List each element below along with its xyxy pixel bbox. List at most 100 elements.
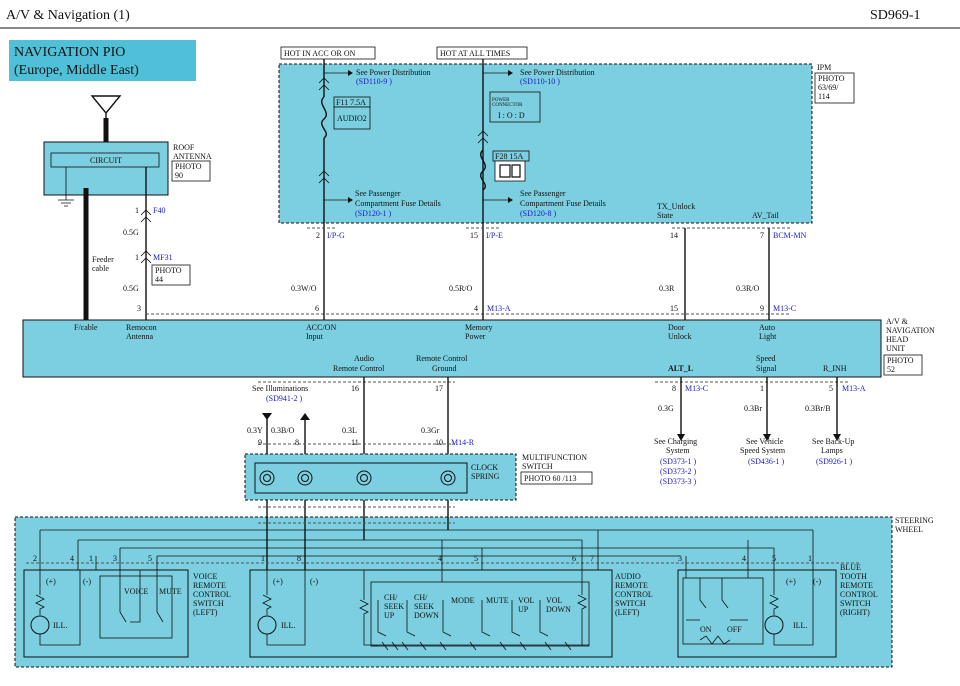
head-unit-label-4: UNIT (886, 344, 905, 353)
wiring-diagram: A/V & Navigation (1) SD969-1 NAVIGATION … (0, 0, 960, 668)
pin-11: 11 (351, 438, 359, 447)
mode-label: MODE (451, 596, 475, 605)
backup-ref: (SD926-1 ) (816, 457, 853, 466)
antenna-photo-2: 90 (175, 171, 183, 180)
title-box: NAVIGATION PIO (Europe, Middle East) (9, 40, 196, 81)
hu-memory-1: Memory (465, 323, 493, 332)
wire-0-3bo: 0.3B/O (271, 426, 295, 435)
hu-speed-2: Signal (756, 364, 777, 373)
vol-up-2: UP (518, 605, 529, 614)
head-unit-label-1: A/V & (886, 317, 909, 326)
see-pass-2a: See Passenger (520, 189, 566, 198)
see-pass-1-ref: (SD120-1 ) (355, 209, 392, 218)
audio-pin-4: 4 (438, 554, 442, 563)
av-tail: AV_Tail (752, 211, 780, 220)
ipm-block: IPM PHOTO 63/69/ 114 See Power Distribut… (278, 59, 855, 232)
c1-wire: 0.3W/O (291, 284, 317, 293)
speed-see-2: Speed System (740, 446, 786, 455)
bt-pin-3: 3 (678, 554, 682, 563)
c2-pin2: 4 (474, 304, 478, 313)
wire-0-3l: 0.3L (342, 426, 357, 435)
rinh-pin: 5 (829, 384, 833, 393)
fuse-f11-name: AUDIO2 (337, 114, 367, 123)
fuse-f28: F28 15A (495, 152, 523, 161)
backup-see-1: See Back-Up (812, 437, 854, 446)
voice-pin-4: 4 (70, 554, 74, 563)
antenna-wire-1: 0.5G (123, 228, 139, 237)
connector-mf31: MF31 (153, 253, 173, 262)
feeder-cable-2: cable (92, 264, 109, 273)
ipm-photo-1: PHOTO (818, 74, 845, 83)
voice-minus: (-) (83, 577, 91, 586)
mf-photo-1: PHOTO (155, 266, 182, 275)
hu-door-1: Door (668, 323, 685, 332)
c1-name: I/P-G (327, 231, 345, 240)
charge-ref-3: (SD373-3 ) (660, 477, 697, 486)
see-power-dist-1-ref: (SD110-9 ) (356, 77, 392, 86)
charge-ref-2: (SD373-2 ) (660, 467, 697, 476)
steering-wheel: STEERING WHEEL 2 4 1 3 5 (+) (-) ILL. VO… (14, 506, 934, 668)
voice-name-3: CONTROL (193, 590, 231, 599)
voice-name-5: (LEFT) (193, 608, 218, 617)
audio-plus: (+) (273, 577, 283, 586)
ch-up-1: CH/ (384, 593, 398, 602)
c4-wire: 0.3R/O (736, 284, 760, 293)
audio-name-5: (LEFT) (615, 608, 640, 617)
pin-16: 16 (351, 384, 359, 393)
see-pass-2-ref: (SD120-8 ) (520, 209, 557, 218)
alt-pin: 8 (672, 384, 676, 393)
c3-wire: 0.3R (659, 284, 675, 293)
mf-switch-label-1: MULTIFUNCTION (522, 453, 587, 462)
bt-name-4: CONTROL (840, 590, 878, 599)
alt-conn: M13-C (685, 384, 708, 393)
steering-label-2: WHEEL (895, 525, 923, 534)
c2-name2: M13-A (487, 304, 511, 313)
hu-alt-l: ALT_L (668, 364, 693, 373)
c2-wire: 0.5R/O (449, 284, 473, 293)
mf-switch-label-2: SWITCH (522, 462, 553, 471)
pin-8: 8 (295, 438, 299, 447)
hu-remocon-1: Remocon (126, 323, 157, 332)
page-title: A/V & Navigation (1) (6, 8, 130, 23)
mf-photo-2: 44 (155, 275, 163, 284)
power-connector-2: CONNECTOR (492, 103, 523, 108)
audio-name-3: CONTROL (615, 590, 653, 599)
mf-switch-photo: PHOTO 60 /113 (524, 474, 576, 483)
audio-name-2: REMOTE (615, 581, 648, 590)
audio-name-4: SWITCH (615, 599, 646, 608)
title-line-2: (Europe, Middle East) (14, 63, 139, 78)
diagram-code: SD969-1 (870, 8, 921, 23)
wire-0-3y: 0.3Y (247, 426, 263, 435)
backup-see-2: Lamps (821, 446, 843, 455)
see-illuminations-ref: (SD941-2 ) (266, 394, 303, 403)
hu-remote-ground-1: Remote Control (416, 354, 468, 363)
audio-pin-8: 8 (297, 554, 301, 563)
roof-antenna-label-2: ANTENNA (173, 152, 212, 161)
audio-minus: (-) (310, 577, 318, 586)
voice-pin-2: 2 (33, 554, 37, 563)
antenna-pin-1: 1 (135, 206, 139, 215)
head-unit-label-2: NAVIGATION (886, 326, 935, 335)
audio-name-1: AUDIO (615, 572, 641, 581)
bt-pin-4: 4 (742, 554, 746, 563)
voice-pin-3: 3 (113, 554, 117, 563)
c4-name2: M13-C (773, 304, 796, 313)
c2-pin: 15 (470, 231, 478, 240)
vol-down-1: VOL (546, 596, 563, 605)
ground-icon (58, 199, 74, 207)
speed-pin: 1 (760, 384, 764, 393)
antenna-pin-3: 3 (137, 304, 141, 313)
see-pass-2b: Compartment Fuse Details (520, 199, 606, 208)
hu-audio-remote-2: Remote Control (333, 364, 385, 373)
hot-in-acc-label: HOT IN ACC OR ON (284, 49, 356, 58)
clock-spring-label-2: SPRING (471, 472, 500, 481)
hu-remote-ground-2: Ground (432, 364, 456, 373)
roof-antenna-label-1: ROOF (173, 143, 195, 152)
bt-ill: ILL. (793, 621, 807, 630)
audio-pin-6: 6 (572, 554, 576, 563)
hu-remocon-2: Antenna (126, 332, 154, 341)
bt-pin-1: 1 (808, 554, 812, 563)
wire-0-3gr: 0.3Gr (421, 426, 440, 435)
bt-off: OFF (727, 625, 742, 634)
see-pass-1a: See Passenger (355, 189, 401, 198)
